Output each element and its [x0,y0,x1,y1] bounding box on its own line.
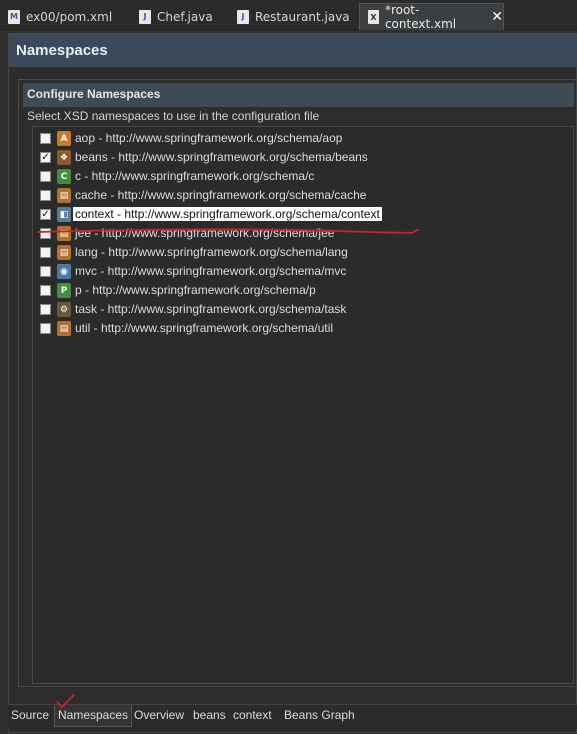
section-title: Configure Namespaces [27,87,161,101]
cache-icon: ▤ [57,188,71,203]
tab-source[interactable]: Source [11,708,49,722]
namespace-row-task[interactable]: ⚙ task - http://www.springframework.org/s… [33,300,573,319]
configure-namespaces-section: Configure Namespaces Select XSD namespac… [18,79,577,687]
namespace-checkbox[interactable] [40,228,51,239]
java-file-icon: J [237,9,249,24]
namespace-list[interactable]: Aaop - http://www.springframework.org/sc… [32,126,574,684]
namespace-label: c - http://www.springframework.org/schem… [75,169,315,183]
namespace-checkbox[interactable] [40,247,51,258]
editor-bottom-tabs: Source Namespaces Overview beans context… [8,694,577,729]
task-icon: ⚙ [57,302,71,317]
tab-chef-java[interactable]: J Chef.java [131,3,229,30]
context-icon: ◧ [57,207,71,222]
namespace-label: aop - http://www.springframework.org/sch… [75,131,343,145]
namespace-checkbox[interactable] [40,190,51,201]
tab-label: ex00/pom.xml [26,9,113,24]
namespace-label: beans - http://www.springframework.org/s… [75,150,368,164]
tab-pom-xml[interactable]: M ex00/pom.xml [0,3,131,30]
namespace-checkbox[interactable] [40,133,51,144]
namespace-label: task - http://www.springframework.org/sc… [75,302,347,316]
namespace-checkbox[interactable] [40,323,51,334]
red-check-annotation [56,694,75,709]
namespace-label: util - http://www.springframework.org/sc… [75,321,334,335]
namespace-checkbox[interactable]: ✓ [40,209,51,220]
namespace-row-util[interactable]: ▤ util - http://www.springframework.org/s… [33,319,573,338]
namespace-checkbox[interactable]: ✓ [40,152,51,163]
namespace-row-aop[interactable]: Aaop - http://www.springframework.org/sc… [33,129,573,148]
jee-icon: ▤ [57,226,71,241]
namespace-row-jee[interactable]: ▤ jee - http://www.springframework.org/sc… [33,224,573,243]
xml-file-icon: X [368,10,379,24]
namespace-row-mvc[interactable]: ◉ mvc - http://www.springframework.org/sc… [33,262,573,281]
c-icon: C [57,169,71,184]
form-header: Namespaces [9,34,577,67]
tab-label: Chef.java [157,9,213,24]
close-icon[interactable]: ✕ [491,9,503,25]
namespace-checkbox[interactable] [40,285,51,296]
java-file-icon: J [139,9,151,24]
namespace-row-context[interactable]: ✓ ◧ context - http://www.springframework.o… [33,205,573,224]
namespace-row-c[interactable]: Cc - http://www.springframework.org/sche… [33,167,573,186]
p-icon: P [57,283,71,298]
tab-restaurant-java[interactable]: J Restaurant.java [229,3,359,30]
namespace-checkbox[interactable] [40,266,51,277]
section-header[interactable]: Configure Namespaces [23,83,574,107]
tab-context[interactable]: context [233,708,272,722]
maven-file-icon: M [8,9,20,24]
tab-overview[interactable]: Overview [134,708,184,722]
namespace-label: jee - http://www.springframework.org/sch… [75,226,335,240]
namespace-label: lang - http://www.springframework.org/sc… [75,245,348,259]
namespace-row-lang[interactable]: ▤ lang - http://www.springframework.org/s… [33,243,573,262]
section-description: Select XSD namespaces to use in the conf… [27,109,320,123]
namespace-row-beans[interactable]: ✓ ❖ beans - http://www.springframework.org… [33,148,573,167]
lang-icon: ▤ [57,245,71,260]
beans-icon: ❖ [57,150,71,165]
util-icon: ▤ [57,321,71,336]
tab-beans-graph[interactable]: Beans Graph [284,708,355,722]
tab-label: Restaurant.java [255,9,350,24]
namespace-label: mvc - http://www.springframework.org/sch… [75,264,347,278]
namespace-checkbox[interactable] [40,304,51,315]
editor-tab-bar: M ex00/pom.xml J Chef.java J Restaurant.… [0,0,577,31]
tab-beans[interactable]: beans [193,708,226,722]
mvc-icon: ◉ [57,264,71,279]
namespaces-editor: Namespaces Configure Namespaces Select X… [8,33,577,733]
aop-icon: A [57,131,71,146]
namespace-checkbox[interactable] [40,171,51,182]
namespace-label: context - http://www.springframework.org… [73,207,382,221]
namespace-label: cache - http://www.springframework.org/s… [75,188,367,202]
namespace-row-p[interactable]: Pp - http://www.springframework.org/sche… [33,281,573,300]
namespace-row-cache[interactable]: ▤ cache - http://www.springframework.org/… [33,186,573,205]
namespace-label: p - http://www.springframework.org/schem… [75,283,316,297]
page-title: Namespaces [16,42,108,59]
tab-label: *root-context.xml [384,3,457,31]
tab-root-context-xml[interactable]: X *root-context.xml ✕ [359,3,504,31]
